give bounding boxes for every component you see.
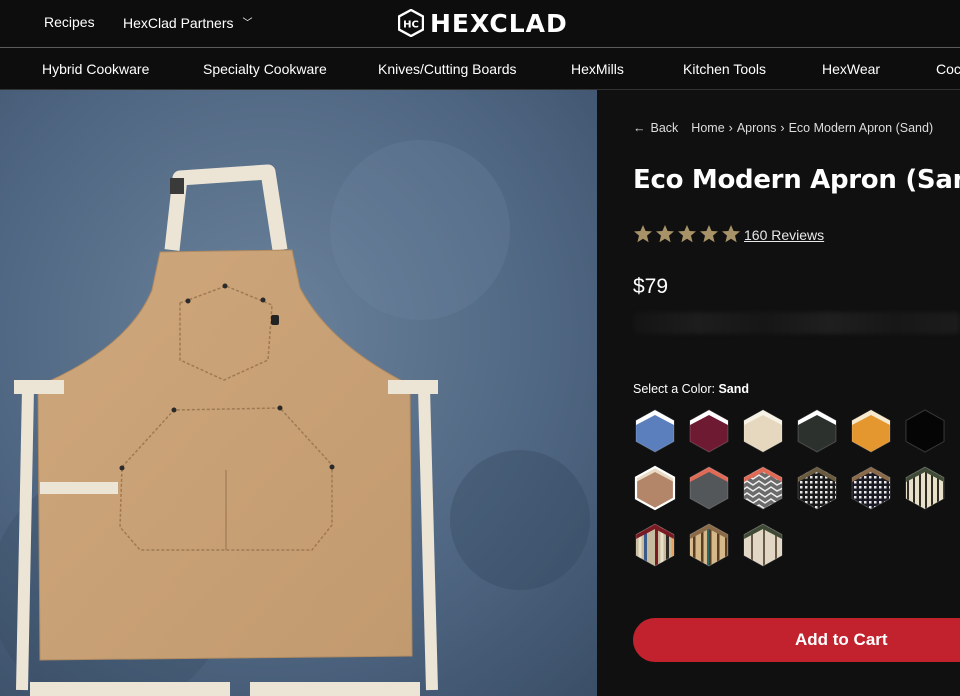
product-title: Eco Modern Apron (Sand) — [633, 165, 960, 195]
selected-color: Sand — [718, 382, 750, 396]
color-swatch-stripe-sage[interactable] — [741, 522, 785, 568]
category-hybrid-cookware[interactable]: Hybrid Cookware — [42, 61, 149, 77]
top-bar: Recipes HexClad Partners ﹀ HC HEXCLAD — [0, 0, 960, 47]
hexclad-hex-icon: HC — [398, 9, 424, 37]
star-icon — [722, 225, 740, 243]
category-hexmills[interactable]: HexMills — [571, 61, 624, 77]
color-swatch-sand[interactable] — [633, 465, 677, 511]
breadcrumb-home[interactable]: Home — [691, 121, 724, 135]
payment-options-strip — [633, 312, 960, 334]
color-swatch-houndstooth-navy[interactable] — [849, 465, 893, 511]
nav-partners-label: HexClad Partners — [123, 15, 234, 31]
color-swatch-cream[interactable] — [741, 408, 785, 454]
back-label: Back — [650, 121, 679, 135]
product-price: $79 — [633, 275, 669, 298]
breadcrumb-aprons[interactable]: Aprons — [737, 121, 777, 135]
color-swatch-stripe-tan[interactable] — [687, 522, 731, 568]
chevron-down-icon: ﹀ — [242, 18, 253, 29]
color-swatch-slate-coral[interactable] — [687, 465, 731, 511]
color-swatch-black[interactable] — [903, 408, 947, 454]
arrow-left-icon: ← — [633, 121, 646, 135]
brand-name: HEXCLAD — [430, 8, 568, 38]
breadcrumb-separator: › — [780, 121, 785, 135]
star-icon — [634, 225, 652, 243]
color-swatch-orange[interactable] — [849, 408, 893, 454]
category-hexwear[interactable]: HexWear — [822, 61, 880, 77]
star-icon — [700, 225, 718, 243]
category-nav: Hybrid Cookware Specialty Cookware Knive… — [0, 47, 960, 90]
breadcrumb: ← Back Home › Aprons › Eco Modern Apron … — [633, 121, 933, 135]
brand-logo[interactable]: HC HEXCLAD — [398, 7, 568, 39]
rating-stars[interactable] — [633, 224, 741, 244]
reviews-link[interactable]: 160 Reviews — [744, 227, 824, 243]
color-swatch-burgundy[interactable] — [687, 408, 731, 454]
category-kitchen-tools[interactable]: Kitchen Tools — [683, 61, 766, 77]
logo-letters: HC — [403, 20, 419, 31]
color-select-label: Select a Color: Sand — [633, 382, 750, 396]
color-swatch-stripe-multi[interactable] — [633, 522, 677, 568]
star-icon — [656, 225, 674, 243]
product-info-panel: ← Back Home › Aprons › Eco Modern Apron … — [597, 90, 960, 696]
category-cookbook-partial[interactable]: Cock — [936, 61, 960, 77]
breadcrumb-separator: › — [728, 121, 733, 135]
color-swatch-houndstooth[interactable] — [795, 465, 839, 511]
nav-partners-link[interactable]: HexClad Partners ﹀ — [123, 14, 253, 31]
add-to-cart-button[interactable]: Add to Cart — [633, 618, 960, 662]
product-image — [0, 90, 597, 696]
category-specialty-cookware[interactable]: Specialty Cookware — [203, 61, 327, 77]
category-knives[interactable]: Knives/Cutting Boards — [378, 61, 517, 77]
color-swatch-stripe-cream[interactable] — [903, 465, 947, 511]
color-swatch-charcoal[interactable] — [795, 408, 839, 454]
color-swatch-pattern-coral[interactable] — [741, 465, 785, 511]
breadcrumb-current: Eco Modern Apron (Sand) — [788, 121, 934, 135]
nav-recipes-link[interactable]: Recipes — [44, 14, 95, 30]
color-swatch-blue[interactable] — [633, 408, 677, 454]
back-link[interactable]: ← Back — [633, 121, 678, 135]
star-icon — [678, 225, 696, 243]
